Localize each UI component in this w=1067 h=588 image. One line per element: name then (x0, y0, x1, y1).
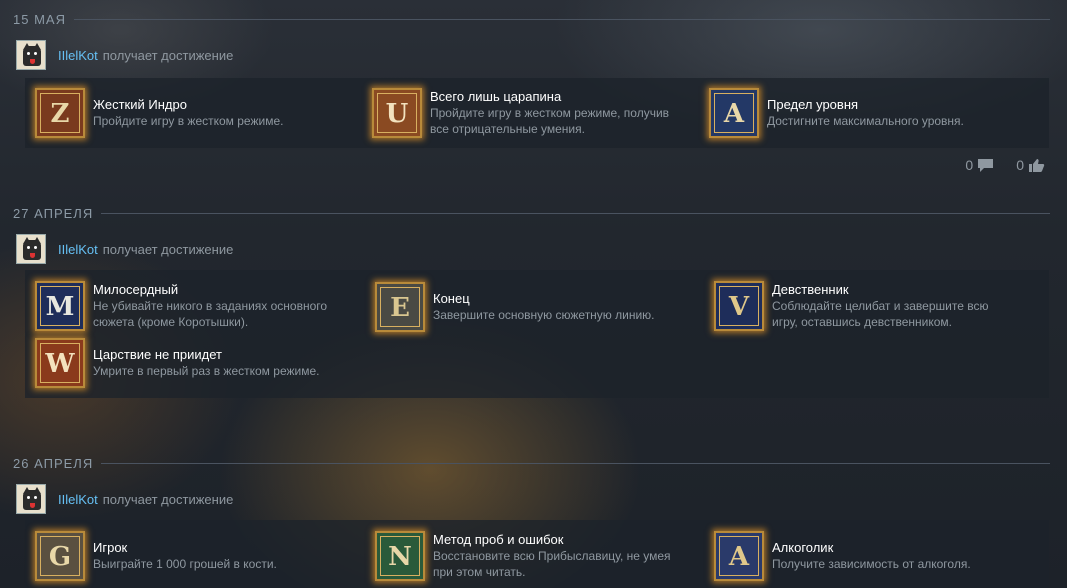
angel-icon: M (35, 281, 85, 331)
achievement-desc: Пройдите игру в жестком режиме, получив (430, 106, 670, 120)
achievement-desc: Достигните максимального уровня. (767, 114, 964, 128)
achievement[interactable]: G Игрок Выиграйте 1 000 грошей в кости. (35, 531, 277, 581)
achievement[interactable]: A Предел уровня Достигните максимального… (709, 88, 964, 138)
like-count: 0 (1016, 157, 1024, 173)
scratch-icon: U (372, 88, 422, 138)
achievement[interactable]: E Конец Завершите основную сюжетную лини… (375, 282, 655, 332)
achievement[interactable]: Z Жесткий Индро Пройдите игру в жестком … (35, 88, 283, 138)
achievement-title: Метод проб и ошибок (433, 532, 564, 547)
end-icon: E (375, 282, 425, 332)
achievement-desc: все отрицательные умения. (430, 122, 585, 136)
achievement-desc: сюжета (кроме Коротышки). (93, 315, 249, 329)
social-bar: 0 0 (965, 157, 1045, 173)
crowned-figure-icon: A (709, 88, 759, 138)
comment-button[interactable]: 0 (965, 157, 994, 173)
date-label: 27 АПРЕЛЯ (13, 205, 94, 221)
action-text: получает достижение (102, 47, 234, 63)
achievement-panel: M Милосердный Не убивайте никого в задан… (25, 270, 1049, 398)
divider (73, 18, 1050, 20)
username-link[interactable]: IIlelKot (58, 492, 98, 507)
virgin-icon: V (714, 281, 764, 331)
achievement-title: Игрок (93, 540, 128, 555)
achievement-title: Предел уровня (767, 97, 859, 112)
achievement-desc: игру, оставшись девственником. (772, 315, 953, 329)
avatar[interactable] (16, 484, 46, 514)
achievement-desc: Выиграйте 1 000 грошей в кости. (93, 557, 277, 571)
achievement-desc: Не убивайте никого в заданиях основного (93, 299, 328, 313)
achievement-title: Милосердный (93, 282, 179, 297)
date-label: 15 МАЯ (13, 11, 66, 27)
date-label: 26 АПРЕЛЯ (13, 455, 94, 471)
avatar[interactable] (16, 40, 46, 70)
achievement-title: Алкоголик (772, 540, 834, 555)
achievement-title: Всего лишь царапина (430, 89, 562, 104)
divider (101, 462, 1050, 464)
username-link[interactable]: IIlelKot (58, 242, 98, 257)
achievement-panel: G Игрок Выиграйте 1 000 грошей в кости. … (25, 520, 1049, 588)
comment-icon (978, 158, 994, 172)
avatar[interactable] (16, 234, 46, 264)
achievement-panel: Z Жесткий Индро Пройдите игру в жестком … (25, 78, 1049, 148)
knight-icon: Z (35, 88, 85, 138)
achievement[interactable]: A Алкоголик Получите зависимость от алко… (714, 531, 971, 581)
action-text: получает достижение (102, 491, 234, 507)
achievement-desc: Завершите основную сюжетную линию. (433, 308, 655, 322)
date-header: 15 МАЯ (13, 11, 1050, 27)
drunkard-icon: A (714, 531, 764, 581)
achievement[interactable]: V Девственник Соблюдайте целибат и завер… (714, 281, 988, 331)
achievement-title: Царствие не приидет (93, 347, 222, 362)
achievement[interactable]: W Царствие не приидет Умрите в первый ра… (35, 338, 319, 388)
action-text: получает достижение (102, 241, 234, 257)
achievement-title: Конец (433, 291, 470, 306)
achievement-desc: Восстановите всю Прибыславицу, не умея (433, 549, 671, 563)
comment-count: 0 (965, 157, 974, 173)
achievement[interactable]: N Метод проб и ошибок Восстановите всю П… (375, 531, 671, 581)
user-row: IIlelKot получает достижение (16, 40, 233, 70)
achievement[interactable]: U Всего лишь царапина Пройдите игру в же… (372, 88, 669, 138)
achievement-desc: Соблюдайте целибат и завершите всю (772, 299, 989, 313)
achievement-title: Девственник (772, 282, 849, 297)
user-row: IIlelKot получает достижение (16, 234, 233, 264)
username-link[interactable]: IIlelKot (58, 48, 98, 63)
achievement-desc: Получите зависимость от алкоголя. (772, 557, 971, 571)
user-row: IIlelKot получает достижение (16, 484, 233, 514)
date-header: 27 АПРЕЛЯ (13, 205, 1050, 221)
thumbs-up-icon (1029, 158, 1045, 172)
dice-icon: G (35, 531, 85, 581)
skeleton-icon: W (35, 338, 85, 388)
date-header: 26 АПРЕЛЯ (13, 455, 1050, 471)
builder-icon: N (375, 531, 425, 581)
divider (101, 212, 1050, 214)
like-button[interactable]: 0 (1016, 157, 1045, 173)
achievement-desc: Умрите в первый раз в жестком режиме. (93, 364, 320, 378)
achievement[interactable]: M Милосердный Не убивайте никого в задан… (35, 281, 327, 331)
achievement-title: Жесткий Индро (93, 97, 187, 112)
achievement-desc: Пройдите игру в жестком режиме. (93, 114, 284, 128)
achievement-desc: при этом читать. (433, 565, 526, 579)
